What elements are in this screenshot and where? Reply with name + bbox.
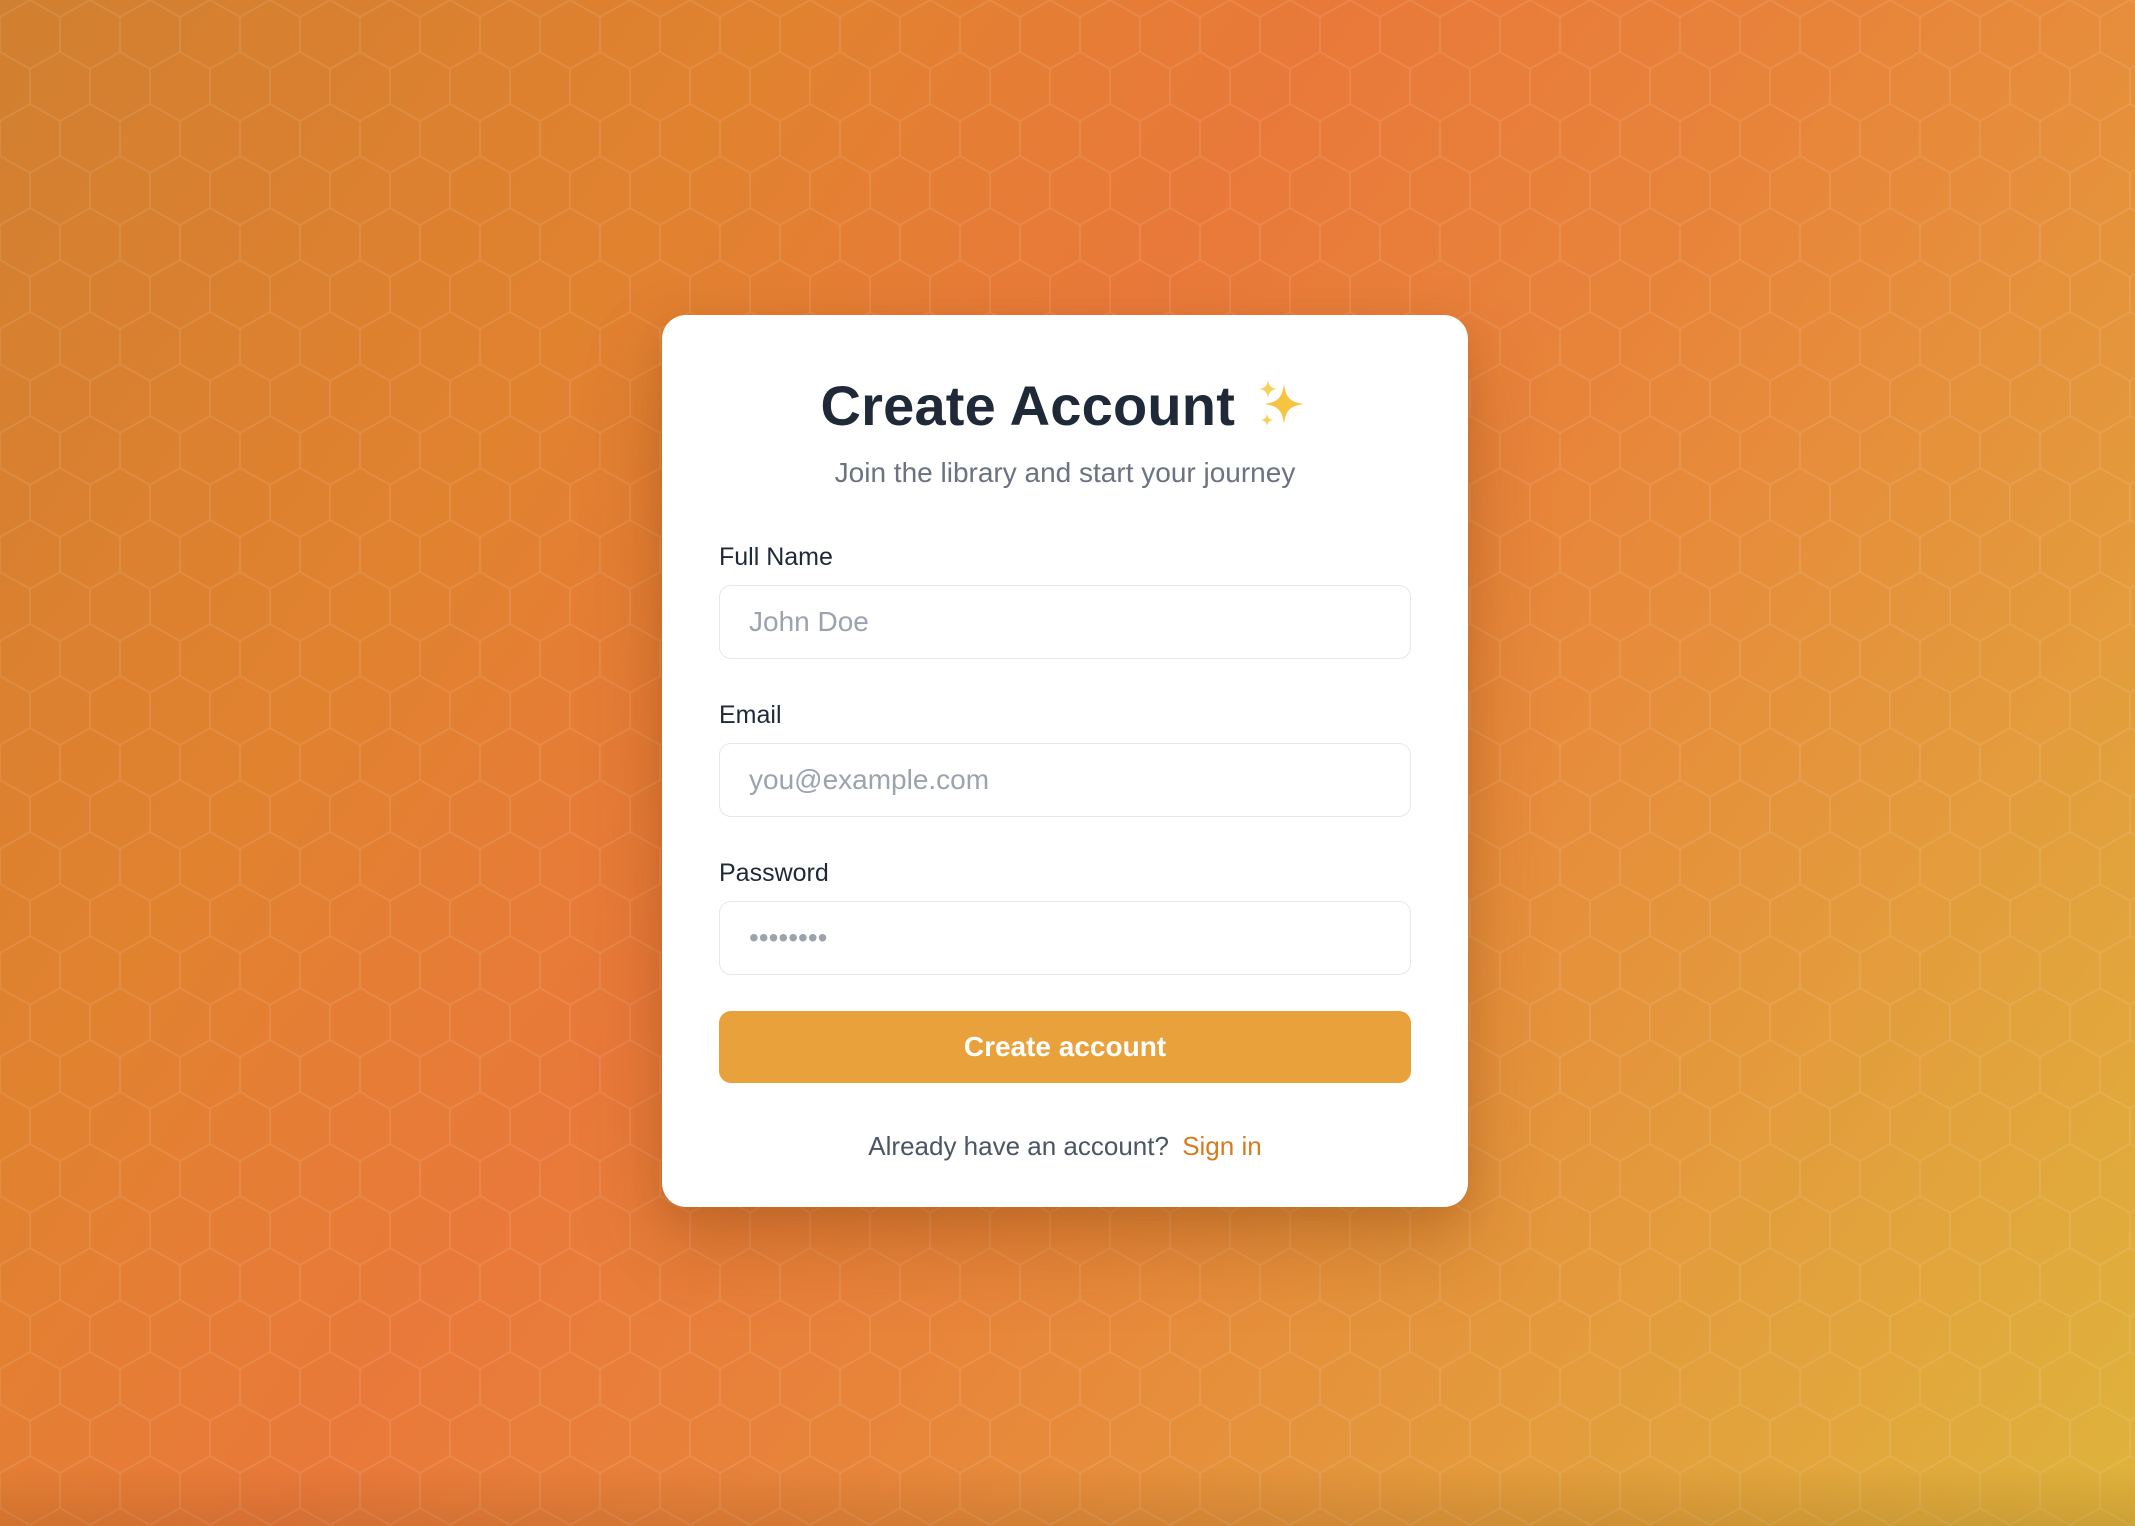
create-account-button[interactable]: Create account	[719, 1011, 1411, 1083]
full-name-label: Full Name	[719, 543, 833, 571]
email-input[interactable]	[719, 743, 1411, 817]
password-field-group: Password	[719, 857, 1411, 975]
full-name-field-group: Full Name	[719, 541, 1411, 659]
password-label: Password	[719, 859, 829, 887]
signup-card: Create Account Join the library and star…	[662, 315, 1468, 1207]
password-input[interactable]	[719, 901, 1411, 975]
signup-page: Create Account Join the library and star…	[0, 0, 2135, 1526]
email-label: Email	[719, 701, 782, 729]
email-field-group: Email	[719, 699, 1411, 817]
sparkles-icon	[1258, 380, 1304, 426]
page-title: Create Account	[820, 374, 1236, 437]
signin-prompt-text: Already have an account?	[868, 1131, 1169, 1161]
title-row: Create Account	[719, 371, 1411, 441]
signin-prompt: Already have an account? Sign in	[719, 1129, 1411, 1163]
bottom-shade	[0, 1466, 2135, 1526]
full-name-input[interactable]	[719, 585, 1411, 659]
sign-in-link[interactable]: Sign in	[1182, 1131, 1262, 1161]
page-subtitle: Join the library and start your journey	[834, 457, 1296, 488]
